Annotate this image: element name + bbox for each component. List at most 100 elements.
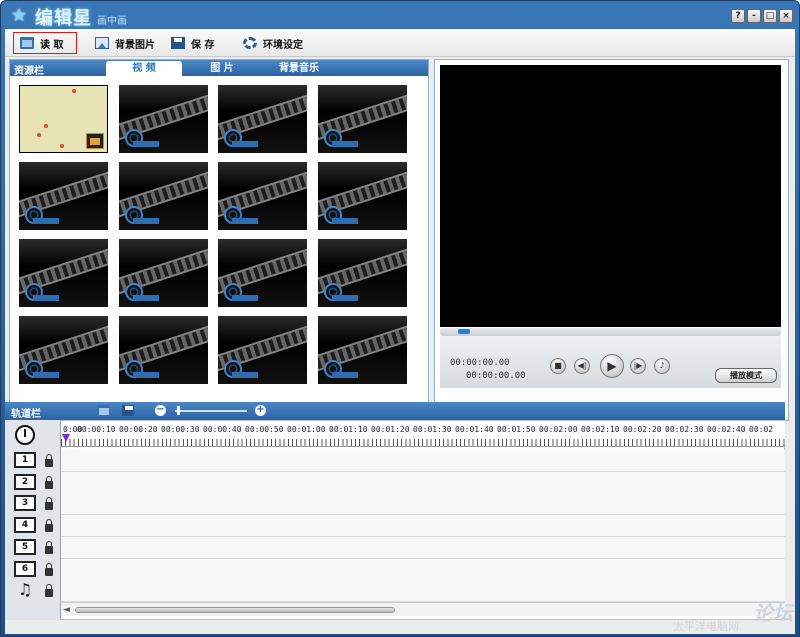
film-reel-bar [331, 295, 358, 301]
app-title: 编辑星 [35, 8, 92, 29]
video-thumbnail[interactable] [218, 316, 307, 384]
timeline-open-icon[interactable] [97, 405, 109, 416]
zoom-slider-knob[interactable] [177, 406, 180, 415]
lock-icon[interactable] [45, 497, 53, 511]
volume-button[interactable]: ♪ [654, 358, 670, 374]
playback-progress[interactable] [440, 328, 781, 336]
zoom-slider[interactable] [175, 410, 247, 412]
video-thumbnail[interactable] [317, 162, 407, 230]
film-reel-bar [331, 218, 358, 224]
lock-icon[interactable] [45, 475, 53, 489]
video-thumbnail[interactable] [317, 239, 407, 307]
music-track-icon: ♫ [17, 580, 33, 600]
track-row[interactable] [61, 493, 785, 516]
timeline-header: 轨道栏 − + [5, 402, 785, 420]
play-icon: ▶ [607, 359, 617, 373]
background-image-button[interactable]: 背景图片 [89, 32, 161, 54]
resource-title: 资源栏 [14, 66, 44, 77]
track-row[interactable] [61, 536, 785, 559]
video-thumbnail[interactable] [118, 239, 208, 307]
save-button[interactable]: 保 存 [165, 32, 220, 54]
progress-knob[interactable] [458, 329, 470, 334]
prev-frame-button[interactable]: ◀| [574, 358, 590, 374]
camera-icon [86, 133, 104, 149]
lock-icon[interactable] [45, 540, 53, 554]
app-subtitle: 画中画 [97, 16, 127, 27]
video-thumbnail[interactable] [317, 85, 407, 153]
film-reel-bar [331, 141, 358, 147]
play-button[interactable]: ▶ [600, 354, 624, 378]
current-time: 00:00:00.00 [450, 358, 510, 368]
image-icon [95, 37, 109, 49]
lock-icon[interactable] [45, 519, 53, 533]
stop-icon: ■ [554, 361, 562, 370]
scrollbar-thumb[interactable] [75, 607, 395, 613]
track-row[interactable] [61, 515, 785, 538]
video-thumbnail[interactable] [218, 239, 307, 307]
window-controls: ? - □ × [731, 9, 793, 23]
title-bar: ★ 编辑星 画中画 ? - □ × [1, 1, 799, 29]
track-row[interactable] [61, 450, 785, 472]
read-label: 读 取 [40, 39, 64, 51]
timeline-save-icon[interactable] [122, 405, 134, 416]
film-reel-bar [33, 295, 59, 301]
tab-images[interactable]: 图 片 [194, 61, 250, 76]
ruler-label: 00:02:20 [623, 425, 662, 434]
scroll-left-arrow-icon[interactable]: ◄ [63, 605, 70, 615]
resource-panel: 资源栏 视 频 图 片 背景音乐 [9, 59, 429, 419]
video-thumbnail-selected[interactable] [19, 85, 108, 153]
video-thumbnail[interactable] [19, 239, 108, 307]
watermark: 论坛 [753, 601, 793, 625]
lock-icon[interactable] [45, 454, 53, 467]
stop-button[interactable]: ■ [550, 358, 566, 374]
lock-icon[interactable] [45, 584, 53, 598]
playhead-marker[interactable] [62, 434, 70, 442]
ruler-label: 00:01:00 [287, 425, 326, 434]
tab-background-music[interactable]: 背景音乐 [264, 61, 334, 76]
ruler-label: 00:02 [749, 425, 774, 434]
video-thumbnail[interactable] [118, 316, 208, 384]
video-track-icon: 5 [14, 538, 36, 555]
video-thumbnail[interactable] [118, 85, 208, 153]
preview-panel: 00:00:00.00 00:00:00.00 ■ ◀| ▶ |▶ ♪ 播放模式 [434, 59, 789, 421]
video-thumbnail[interactable] [218, 162, 307, 230]
video-thumbnail[interactable] [19, 316, 108, 384]
background-image-label: 背景图片 [115, 39, 155, 51]
thumbnail-dot [72, 89, 76, 93]
total-time: 00:00:00.00 [466, 371, 526, 381]
zoom-out-icon[interactable]: − [155, 405, 166, 416]
film-reel-bar [132, 295, 159, 301]
tab-video[interactable]: 视 频 [106, 61, 182, 76]
ruler-label: 00:01:10 [329, 425, 368, 434]
timeline-title: 轨道栏 [11, 409, 41, 420]
maximize-button[interactable]: □ [763, 9, 777, 23]
film-reel-bar [232, 141, 258, 147]
help-button[interactable]: ? [731, 9, 745, 23]
ruler-label: 00:00:10 [77, 425, 116, 434]
settings-button[interactable]: 环境设定 [237, 32, 309, 54]
timeline-scrollbar[interactable]: ◄ [61, 602, 785, 616]
ruler-label: 00:02:00 [539, 425, 578, 434]
zoom-in-icon[interactable]: + [255, 405, 266, 416]
star-icon: ★ [11, 5, 28, 26]
video-thumbnail[interactable] [19, 162, 108, 230]
play-mode-button[interactable]: 播放模式 [715, 368, 777, 383]
film-reel-bar [33, 372, 59, 378]
next-frame-button[interactable]: |▶ [630, 358, 646, 374]
video-thumbnail[interactable] [118, 162, 208, 230]
film-reel-bar [331, 372, 358, 378]
read-button[interactable]: 读 取 [13, 32, 77, 54]
video-track-icon: 3 [14, 495, 36, 512]
save-label: 保 存 [191, 39, 215, 51]
film-reel-bar [132, 141, 159, 147]
track-row[interactable] [61, 558, 785, 581]
video-thumbnail[interactable] [317, 316, 407, 384]
track-row[interactable] [61, 580, 785, 603]
video-thumbnail[interactable] [218, 85, 307, 153]
time-ruler[interactable]: 0:00 00:00:10 00:00:20 00:00:30 00:00:40 00:0… [61, 421, 785, 447]
close-button[interactable]: × [779, 9, 793, 23]
lock-icon[interactable] [45, 562, 53, 576]
track-row[interactable] [61, 471, 785, 494]
minimize-button[interactable]: - [747, 9, 761, 23]
film-reel-bar [132, 372, 159, 378]
